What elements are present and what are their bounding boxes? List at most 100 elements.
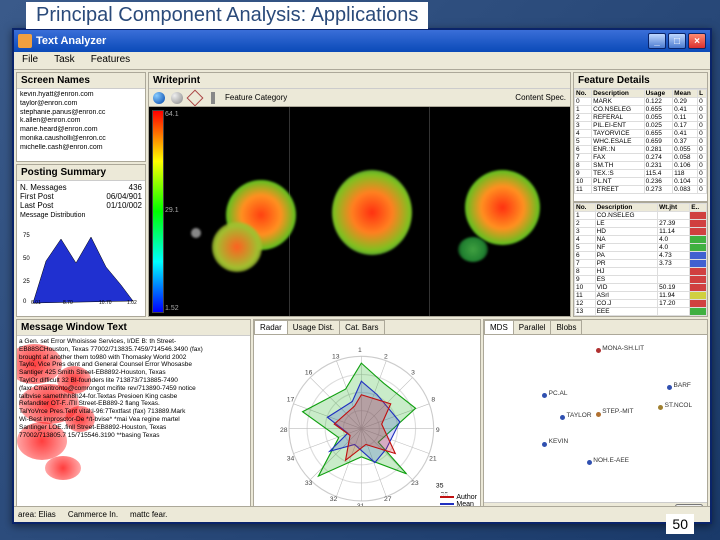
table-row[interactable]: 13EEE bbox=[575, 308, 707, 316]
svg-text:23: 23 bbox=[411, 480, 419, 487]
mds-point[interactable] bbox=[587, 460, 592, 465]
svg-text:21: 21 bbox=[429, 455, 437, 462]
blue-sphere-button[interactable] bbox=[153, 92, 165, 104]
mds-point[interactable] bbox=[658, 405, 663, 410]
table-row[interactable]: 7FAX0.2740.0580 bbox=[575, 154, 707, 162]
list-item[interactable]: marie.heard@enron.com bbox=[20, 126, 142, 135]
writeprint-viz[interactable]: 64.1 29.1 1.52 bbox=[149, 107, 570, 316]
msg-line: a Gen. set Error Whoisisse Services, I/D… bbox=[19, 338, 248, 346]
svg-text:25: 25 bbox=[23, 279, 30, 285]
tab-parallel[interactable]: Parallel bbox=[513, 320, 552, 334]
mds-label: KEVIN bbox=[549, 438, 569, 445]
writeprint-panel: Writeprint Feature Category Content Spec… bbox=[148, 72, 571, 317]
tab-mds[interactable]: MDS bbox=[484, 320, 514, 334]
table-row[interactable]: 11STREET0.2730.0830 bbox=[575, 186, 707, 194]
highlight-blob bbox=[45, 456, 81, 480]
bottom-tabs: Radar Usage Dist. Cat. Bars bbox=[254, 320, 480, 335]
writeprint-toolbar: Feature Category Content Spec. bbox=[149, 89, 570, 107]
minimize-button[interactable]: _ bbox=[648, 33, 666, 49]
list-item[interactable]: kevin.hyatt@enron.com bbox=[20, 91, 142, 100]
table-row[interactable]: 6ENR.:N0.2810.0550 bbox=[575, 146, 707, 154]
app-window: Text Analyzer _ □ × File Task Features S… bbox=[12, 28, 712, 524]
table-row[interactable]: 1CO.NSELEG0.6550.410 bbox=[575, 106, 707, 114]
table-row[interactable]: 4TAYORVICE0.6550.410 bbox=[575, 130, 707, 138]
feature-details-title: Feature Details bbox=[574, 73, 707, 89]
mds-point[interactable] bbox=[596, 348, 601, 353]
stat-label: Last Post bbox=[20, 201, 53, 210]
table-row[interactable]: 4NA4.0 bbox=[575, 236, 707, 244]
diamond-button[interactable] bbox=[187, 89, 204, 106]
table-row[interactable]: 5WHC.ESALE0.6590.370 bbox=[575, 138, 707, 146]
point bbox=[191, 228, 201, 238]
mds-label: MONA-SH.LIT bbox=[602, 345, 644, 352]
tab-usage-dist[interactable]: Usage Dist. bbox=[287, 320, 340, 334]
svg-text:17: 17 bbox=[287, 397, 295, 404]
list-item[interactable]: michelle.cash@enron.com bbox=[20, 144, 142, 153]
table-row[interactable]: 3PIL.EI-ENT0.0250.170 bbox=[575, 122, 707, 130]
table-row[interactable]: 6PA4.73 bbox=[575, 252, 707, 260]
table-row[interactable]: 7PR3.73 bbox=[575, 260, 707, 268]
list-item[interactable]: k.allen@enron.com bbox=[20, 117, 142, 126]
table-row[interactable]: 10PL.NT0.2360.1040 bbox=[575, 178, 707, 186]
col-header[interactable]: Wt.jht bbox=[658, 204, 690, 212]
table-row[interactable]: 9TEX.:S115.41180 bbox=[575, 170, 707, 178]
col-header[interactable]: No. bbox=[575, 204, 596, 212]
close-button[interactable]: × bbox=[688, 33, 706, 49]
content-spec-label: Content Spec. bbox=[515, 93, 566, 102]
tab-radar[interactable]: Radar bbox=[254, 320, 288, 334]
mds-point[interactable] bbox=[560, 415, 565, 420]
tab-cat-bars[interactable]: Cat. Bars bbox=[339, 320, 384, 334]
legend-author: Author bbox=[456, 494, 477, 501]
svg-text:3: 3 bbox=[411, 369, 415, 376]
list-item[interactable]: taylor@enron.com bbox=[20, 100, 142, 109]
mds-point[interactable] bbox=[542, 393, 547, 398]
col-header[interactable]: Usage bbox=[644, 90, 673, 98]
window-title: Text Analyzer bbox=[36, 35, 106, 47]
svg-text:10.70: 10.70 bbox=[99, 300, 112, 305]
col-header[interactable]: E.. bbox=[690, 204, 707, 212]
table-row[interactable]: 8HJ bbox=[575, 268, 707, 276]
stat-label: First Post bbox=[20, 192, 54, 201]
col-header[interactable]: Description bbox=[592, 90, 644, 98]
mds-point[interactable] bbox=[667, 385, 672, 390]
col-header[interactable]: Mean bbox=[673, 90, 698, 98]
table-row[interactable]: 5NF4.0 bbox=[575, 244, 707, 252]
gray-sphere-button[interactable] bbox=[171, 92, 183, 104]
table-row[interactable]: 2REFERAL0.0550.110 bbox=[575, 114, 707, 122]
list-item[interactable]: monika.causholli@enron.cc bbox=[20, 135, 142, 144]
maximize-button[interactable]: □ bbox=[668, 33, 686, 49]
table-row[interactable]: 8SM.TH0.2310.1060 bbox=[575, 162, 707, 170]
table-row[interactable]: 1CO.NSELEG bbox=[575, 212, 707, 220]
tab-blobs[interactable]: Blobs bbox=[550, 320, 582, 334]
svg-text:8: 8 bbox=[431, 397, 435, 404]
slide-title: Principal Component Analysis: Applicatio… bbox=[26, 2, 428, 29]
table-row[interactable]: 11ASrl11.94 bbox=[575, 292, 707, 300]
table-row[interactable]: 9ES bbox=[575, 276, 707, 284]
colorbar-max: 64.1 bbox=[165, 111, 179, 118]
svg-text:8.70: 8.70 bbox=[63, 300, 73, 305]
menu-task[interactable]: Task bbox=[46, 52, 83, 69]
table-row[interactable]: 2LE27.39 bbox=[575, 220, 707, 228]
menu-features[interactable]: Features bbox=[83, 52, 138, 69]
table-row[interactable]: 10VID50.19 bbox=[575, 284, 707, 292]
screen-names-list[interactable]: kevin.hyatt@enron.com taylor@enron.com s… bbox=[17, 89, 145, 161]
window-titlebar: Text Analyzer _ □ × bbox=[14, 30, 710, 52]
feature-table-1[interactable]: No.DescriptionUsageMeanL 0MARK0.1220.290… bbox=[574, 89, 707, 194]
msg-text-body[interactable]: a Gen. set Error Whoisisse Services, I/D… bbox=[17, 336, 250, 506]
svg-text:35: 35 bbox=[436, 482, 444, 489]
table-row[interactable]: 0MARK0.1220.290 bbox=[575, 98, 707, 106]
colorbar-min: 1.52 bbox=[165, 305, 179, 312]
col-header[interactable]: No. bbox=[575, 90, 592, 98]
mds-plot[interactable]: MONA-SH.LITPC.ALTAYLORSTEP.-MITST.NCOLKE… bbox=[484, 335, 707, 502]
table-row[interactable]: 12CO.J17.20 bbox=[575, 300, 707, 308]
mds-point[interactable] bbox=[596, 412, 601, 417]
mds-panel: MDS Parallel Blobs MONA-SH.LITPC.ALTAYLO… bbox=[483, 319, 708, 506]
menu-file[interactable]: File bbox=[14, 52, 46, 69]
col-header[interactable]: Description bbox=[595, 204, 658, 212]
feature-category-label: Feature Category bbox=[225, 93, 287, 102]
table-row[interactable]: 3HD11.14 bbox=[575, 228, 707, 236]
feature-table-2[interactable]: No.DescriptionWt.jhtE.. 1CO.NSELEG 2LE27… bbox=[574, 203, 707, 316]
col-header[interactable]: L bbox=[698, 90, 707, 98]
list-item[interactable]: stephanie.panus@enron.cc bbox=[20, 109, 142, 118]
mds-point[interactable] bbox=[542, 442, 547, 447]
